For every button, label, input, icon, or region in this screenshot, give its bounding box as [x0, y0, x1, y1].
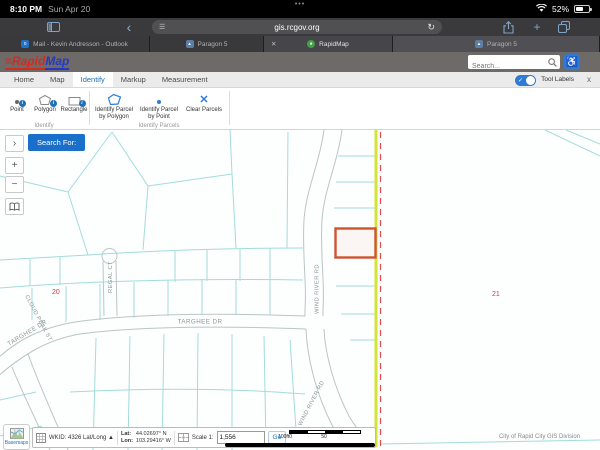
- selected-parcel-highlight[interactable]: [336, 229, 376, 258]
- map-attribution: City of Rapid City GIS Division: [499, 434, 580, 440]
- tab-identify[interactable]: Identify: [73, 72, 113, 87]
- group-separator: [229, 91, 230, 125]
- polygon-icon: i: [38, 91, 52, 106]
- tab-paragon5-a[interactable]: ▴ Paragon 5: [150, 36, 264, 52]
- street-label-regal-ct: REGAL CT: [108, 261, 114, 293]
- book-icon: [9, 202, 20, 211]
- rectangle-icon: i: [68, 91, 81, 106]
- bookmarks-button[interactable]: [5, 198, 24, 215]
- wifi-icon: [536, 4, 547, 14]
- search-icon[interactable]: [548, 58, 557, 67]
- zoom-out-button[interactable]: −: [5, 176, 24, 193]
- toggle-knob: [526, 76, 535, 85]
- tab-mail-outlook[interactable]: o Mail - Kevin Andresson - Outlook: [0, 36, 150, 52]
- header-search-box[interactable]: [468, 55, 560, 69]
- identify-group: i Point i Polygon i Rectangle Identify: [0, 88, 88, 130]
- clear-parcels-icon: ✕: [199, 91, 208, 106]
- tab-markup[interactable]: Markup: [113, 72, 154, 87]
- reload-icon[interactable]: ↻: [427, 22, 435, 33]
- rectangle-button[interactable]: i Rectangle: [60, 91, 88, 114]
- cursor-coordinates: Lat:44.02697° N Lon:103.29416° W: [121, 431, 171, 444]
- parcel-polygon-icon: [107, 91, 122, 106]
- safari-toolbar: ‹ › ☰ gis.rcgov.org ↻ +: [0, 18, 600, 36]
- share-icon[interactable]: [500, 18, 516, 36]
- rapidmap-header: ≡RapidMap ♿: [0, 52, 600, 72]
- tab-rapidmap-active[interactable]: ✕ ● RapidMap: [264, 36, 393, 52]
- battery-percent: 52%: [552, 4, 569, 14]
- basemap-icon: [10, 428, 24, 439]
- parcel-lines: [0, 130, 600, 450]
- ipad-screen: 8:10 PM Sun Apr 20 ••• 52% ‹ › ☰ gis.rcg…: [0, 0, 600, 450]
- ribbon-close-icon[interactable]: x: [587, 75, 591, 84]
- point-icon: i: [13, 91, 21, 106]
- ribbon-tab-row: Home Map Identify Markup Measurement ✓ T…: [0, 72, 600, 88]
- group-label: Identify Parcels: [90, 123, 228, 129]
- street-labels: TARGHEE DR TARGHEE DR WIND RIVER RD WIND…: [6, 261, 326, 427]
- address-bar[interactable]: ☰ gis.rcgov.org ↻: [152, 20, 442, 34]
- rapidmap-icon: ●: [307, 40, 315, 48]
- battery-icon: [574, 5, 590, 13]
- accessibility-icon[interactable]: ♿: [564, 54, 580, 70]
- close-tab-icon[interactable]: ✕: [271, 40, 276, 48]
- tab-paragon5-b[interactable]: ▴ Paragon 5: [393, 36, 600, 52]
- divider: [174, 431, 175, 445]
- point-button[interactable]: i Point: [4, 91, 30, 114]
- zoom-in-button[interactable]: +: [5, 157, 24, 174]
- street-label-wind-river: WIND RIVER RD: [315, 264, 321, 314]
- ribbon-toolbar: i Point i Polygon i Rectangle Identify I…: [0, 88, 600, 130]
- back-icon[interactable]: ‹: [122, 18, 136, 36]
- paragon-icon: ▴: [186, 40, 194, 48]
- search-for-button[interactable]: Search For:: [28, 134, 85, 151]
- map-viewport[interactable]: TARGHEE DR TARGHEE DR WIND RIVER RD WIND…: [0, 130, 600, 450]
- tab-label: Mail - Kevin Andresson - Outlook: [33, 41, 128, 48]
- identify-parcel-by-polygon-button[interactable]: Identify Parcel by Polygon: [92, 91, 136, 120]
- home-indicator[interactable]: [225, 443, 375, 447]
- date: Sun Apr 20: [48, 4, 90, 14]
- parcel-point-icon: [155, 91, 163, 106]
- safari-tab-bar: o Mail - Kevin Andresson - Outlook ▴ Par…: [0, 36, 600, 52]
- identify-parcels-group: Identify Parcel by Polygon Identify Parc…: [90, 88, 228, 130]
- status-bar: 8:10 PM Sun Apr 20 ••• 52%: [0, 0, 600, 18]
- polygon-button[interactable]: i Polygon: [31, 91, 59, 114]
- wkid-selector[interactable]: WKID: 4326 Lat/Long ▲: [49, 435, 114, 441]
- tabs-overview-icon[interactable]: [556, 18, 572, 36]
- group-label: Identify: [0, 123, 88, 129]
- identify-parcel-by-point-button[interactable]: Identify Parcel by Point: [137, 91, 181, 120]
- coordinates-icon[interactable]: [178, 433, 189, 442]
- map-canvas[interactable]: TARGHEE DR TARGHEE DR WIND RIVER RD WIND…: [0, 130, 600, 450]
- tab-map[interactable]: Map: [42, 72, 73, 87]
- tool-labels-label: Tool Labels: [541, 76, 574, 83]
- scale-label: Scale 1:: [192, 435, 214, 441]
- clock: 8:10 PM: [10, 4, 42, 14]
- sidebar-icon[interactable]: [44, 18, 62, 36]
- clear-parcels-button[interactable]: ✕ Clear Parcels: [182, 91, 226, 114]
- new-tab-icon[interactable]: +: [530, 18, 544, 36]
- parcel-number-20: 20: [52, 289, 60, 296]
- divider: [117, 431, 118, 445]
- tab-label: RapidMap: [319, 41, 349, 48]
- rapidmap-logo[interactable]: ≡RapidMap: [5, 54, 69, 68]
- paragon-icon: ▴: [475, 40, 483, 48]
- reader-icon[interactable]: ☰: [159, 23, 165, 31]
- basemaps-label: Basemaps: [5, 440, 29, 446]
- basemaps-button[interactable]: Basemaps: [3, 424, 30, 450]
- outlook-icon: o: [21, 40, 29, 48]
- panel-expand-button[interactable]: ›: [5, 135, 24, 152]
- tab-label: Paragon 5: [487, 41, 517, 48]
- multitask-indicator-icon[interactable]: •••: [288, 1, 312, 8]
- tool-labels-toggle[interactable]: ✓: [515, 75, 536, 86]
- check-icon: ✓: [518, 77, 523, 84]
- tab-label: Paragon 5: [198, 41, 228, 48]
- projection-icon: [36, 433, 46, 443]
- parcel-number-21: 21: [492, 291, 500, 298]
- tab-home[interactable]: Home: [6, 72, 42, 87]
- url-text: gis.rcgov.org: [152, 23, 442, 32]
- parcel-numbers: 20 21: [52, 289, 500, 298]
- street-label-targhee: TARGHEE DR: [178, 319, 223, 326]
- tab-measurement[interactable]: Measurement: [154, 72, 216, 87]
